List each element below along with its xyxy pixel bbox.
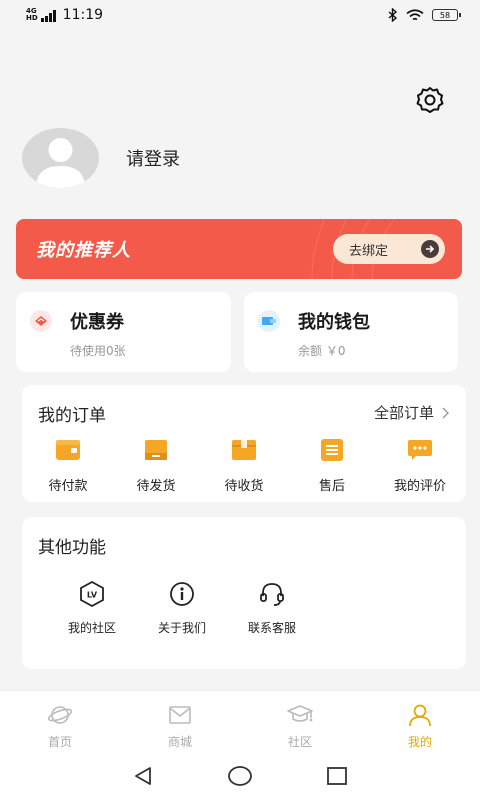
status-right: 58 <box>388 8 461 22</box>
other-functions-card: 其他功能 LV 我的社区 关于我们 联系客服 <box>22 517 466 669</box>
user-silhouette-icon <box>36 138 85 188</box>
profile-section[interactable]: 请登录 <box>22 128 180 188</box>
all-orders-label: 全部订单 <box>373 404 434 422</box>
about-us-item[interactable]: 关于我们 <box>144 581 220 636</box>
back-triangle-icon <box>135 767 152 785</box>
headset-icon <box>260 583 284 606</box>
wallet-title: 我的钱包 <box>298 312 370 333</box>
orders-card: 我的订单 全部订单 待付款 待发货 待收货 售后 我的评价 <box>22 385 466 502</box>
home-circle-icon <box>228 766 252 786</box>
other-title: 其他功能 <box>38 538 106 558</box>
order-pending-payment[interactable]: 待付款 <box>28 439 108 494</box>
tab-label: 社区 <box>287 735 312 749</box>
other-item-label: 关于我们 <box>157 621 206 635</box>
lv-badge-icon: LV <box>80 581 104 607</box>
arrow-right-icon <box>421 240 439 258</box>
wallet-subtitle: 余额 ￥0 <box>298 344 346 358</box>
info-icon <box>170 582 194 606</box>
order-after-sales[interactable]: 售后 <box>292 439 372 494</box>
list-icon <box>321 439 343 461</box>
tab-mall[interactable]: 商城 <box>120 691 240 752</box>
all-orders-link[interactable]: 全部订单 <box>374 402 450 423</box>
tab-label: 首页 <box>47 735 72 749</box>
contact-support-item[interactable]: 联系客服 <box>234 581 310 636</box>
other-item-label: 我的社区 <box>67 621 116 635</box>
tab-mine[interactable]: 我的 <box>360 691 480 752</box>
login-link[interactable]: 请登录 <box>126 145 180 171</box>
status-bar: 4G HD 11:19 58 <box>0 0 480 30</box>
package-icon <box>232 440 256 460</box>
recents-button[interactable] <box>322 761 352 791</box>
order-label: 售后 <box>318 479 345 494</box>
wallet-icon <box>56 440 80 460</box>
order-label: 待收货 <box>224 479 264 494</box>
order-label: 待付款 <box>48 479 88 494</box>
bottom-tab-bar: 首页 商城 社区 我的 <box>0 690 480 752</box>
battery-icon: 58 <box>432 9 461 21</box>
comment-icon <box>408 440 432 460</box>
recents-square-icon <box>326 767 347 785</box>
order-pending-receipt[interactable]: 待收货 <box>204 439 284 494</box>
chevron-right-icon <box>442 407 449 418</box>
avatar[interactable] <box>22 128 99 188</box>
order-pending-shipment[interactable]: 待发货 <box>116 439 196 494</box>
settings-button[interactable] <box>414 84 446 116</box>
mail-icon <box>169 706 191 724</box>
referrer-banner[interactable]: 我的推荐人 去绑定 <box>16 219 462 279</box>
tab-label: 我的 <box>407 735 432 749</box>
wallet-icon <box>258 310 280 332</box>
orders-title: 我的订单 <box>38 406 106 426</box>
clock: 11:19 <box>62 7 104 23</box>
coupon-subtitle: 待使用0张 <box>70 344 126 358</box>
gear-icon <box>416 87 444 113</box>
bind-referrer-button[interactable]: 去绑定 <box>333 234 445 264</box>
my-community-item[interactable]: LV 我的社区 <box>54 581 130 636</box>
status-left: 4G HD 11:19 <box>26 7 103 23</box>
order-my-reviews[interactable]: 我的评价 <box>380 439 460 494</box>
box-icon <box>145 440 167 460</box>
tab-home[interactable]: 首页 <box>0 691 120 752</box>
wallet-card[interactable]: 我的钱包 余额 ￥0 <box>244 292 458 372</box>
svg-text:LV: LV <box>87 591 98 600</box>
graduation-cap-icon <box>287 705 313 722</box>
planet-icon <box>47 706 73 724</box>
tab-label: 商城 <box>167 735 192 749</box>
person-icon <box>409 704 431 727</box>
battery-level: 58 <box>439 10 451 20</box>
referrer-title: 我的推荐人 <box>36 240 131 261</box>
coupon-title: 优惠券 <box>70 312 124 333</box>
system-nav-bar <box>0 752 480 800</box>
bluetooth-icon <box>388 8 398 22</box>
back-button[interactable] <box>128 761 158 791</box>
order-label: 我的评价 <box>393 479 446 494</box>
coupon-card[interactable]: 优惠券 待使用0张 <box>16 292 231 372</box>
bind-label: 去绑定 <box>349 243 389 259</box>
tab-community[interactable]: 社区 <box>240 691 360 752</box>
coupon-icon <box>30 310 52 332</box>
signal-indicator: 4G HD <box>26 8 57 22</box>
order-label: 待发货 <box>136 479 176 494</box>
other-item-label: 联系客服 <box>247 621 296 635</box>
signal-icon <box>40 10 56 22</box>
wifi-icon <box>406 8 424 20</box>
network-sub: HD <box>26 14 38 22</box>
home-button[interactable] <box>225 761 255 791</box>
